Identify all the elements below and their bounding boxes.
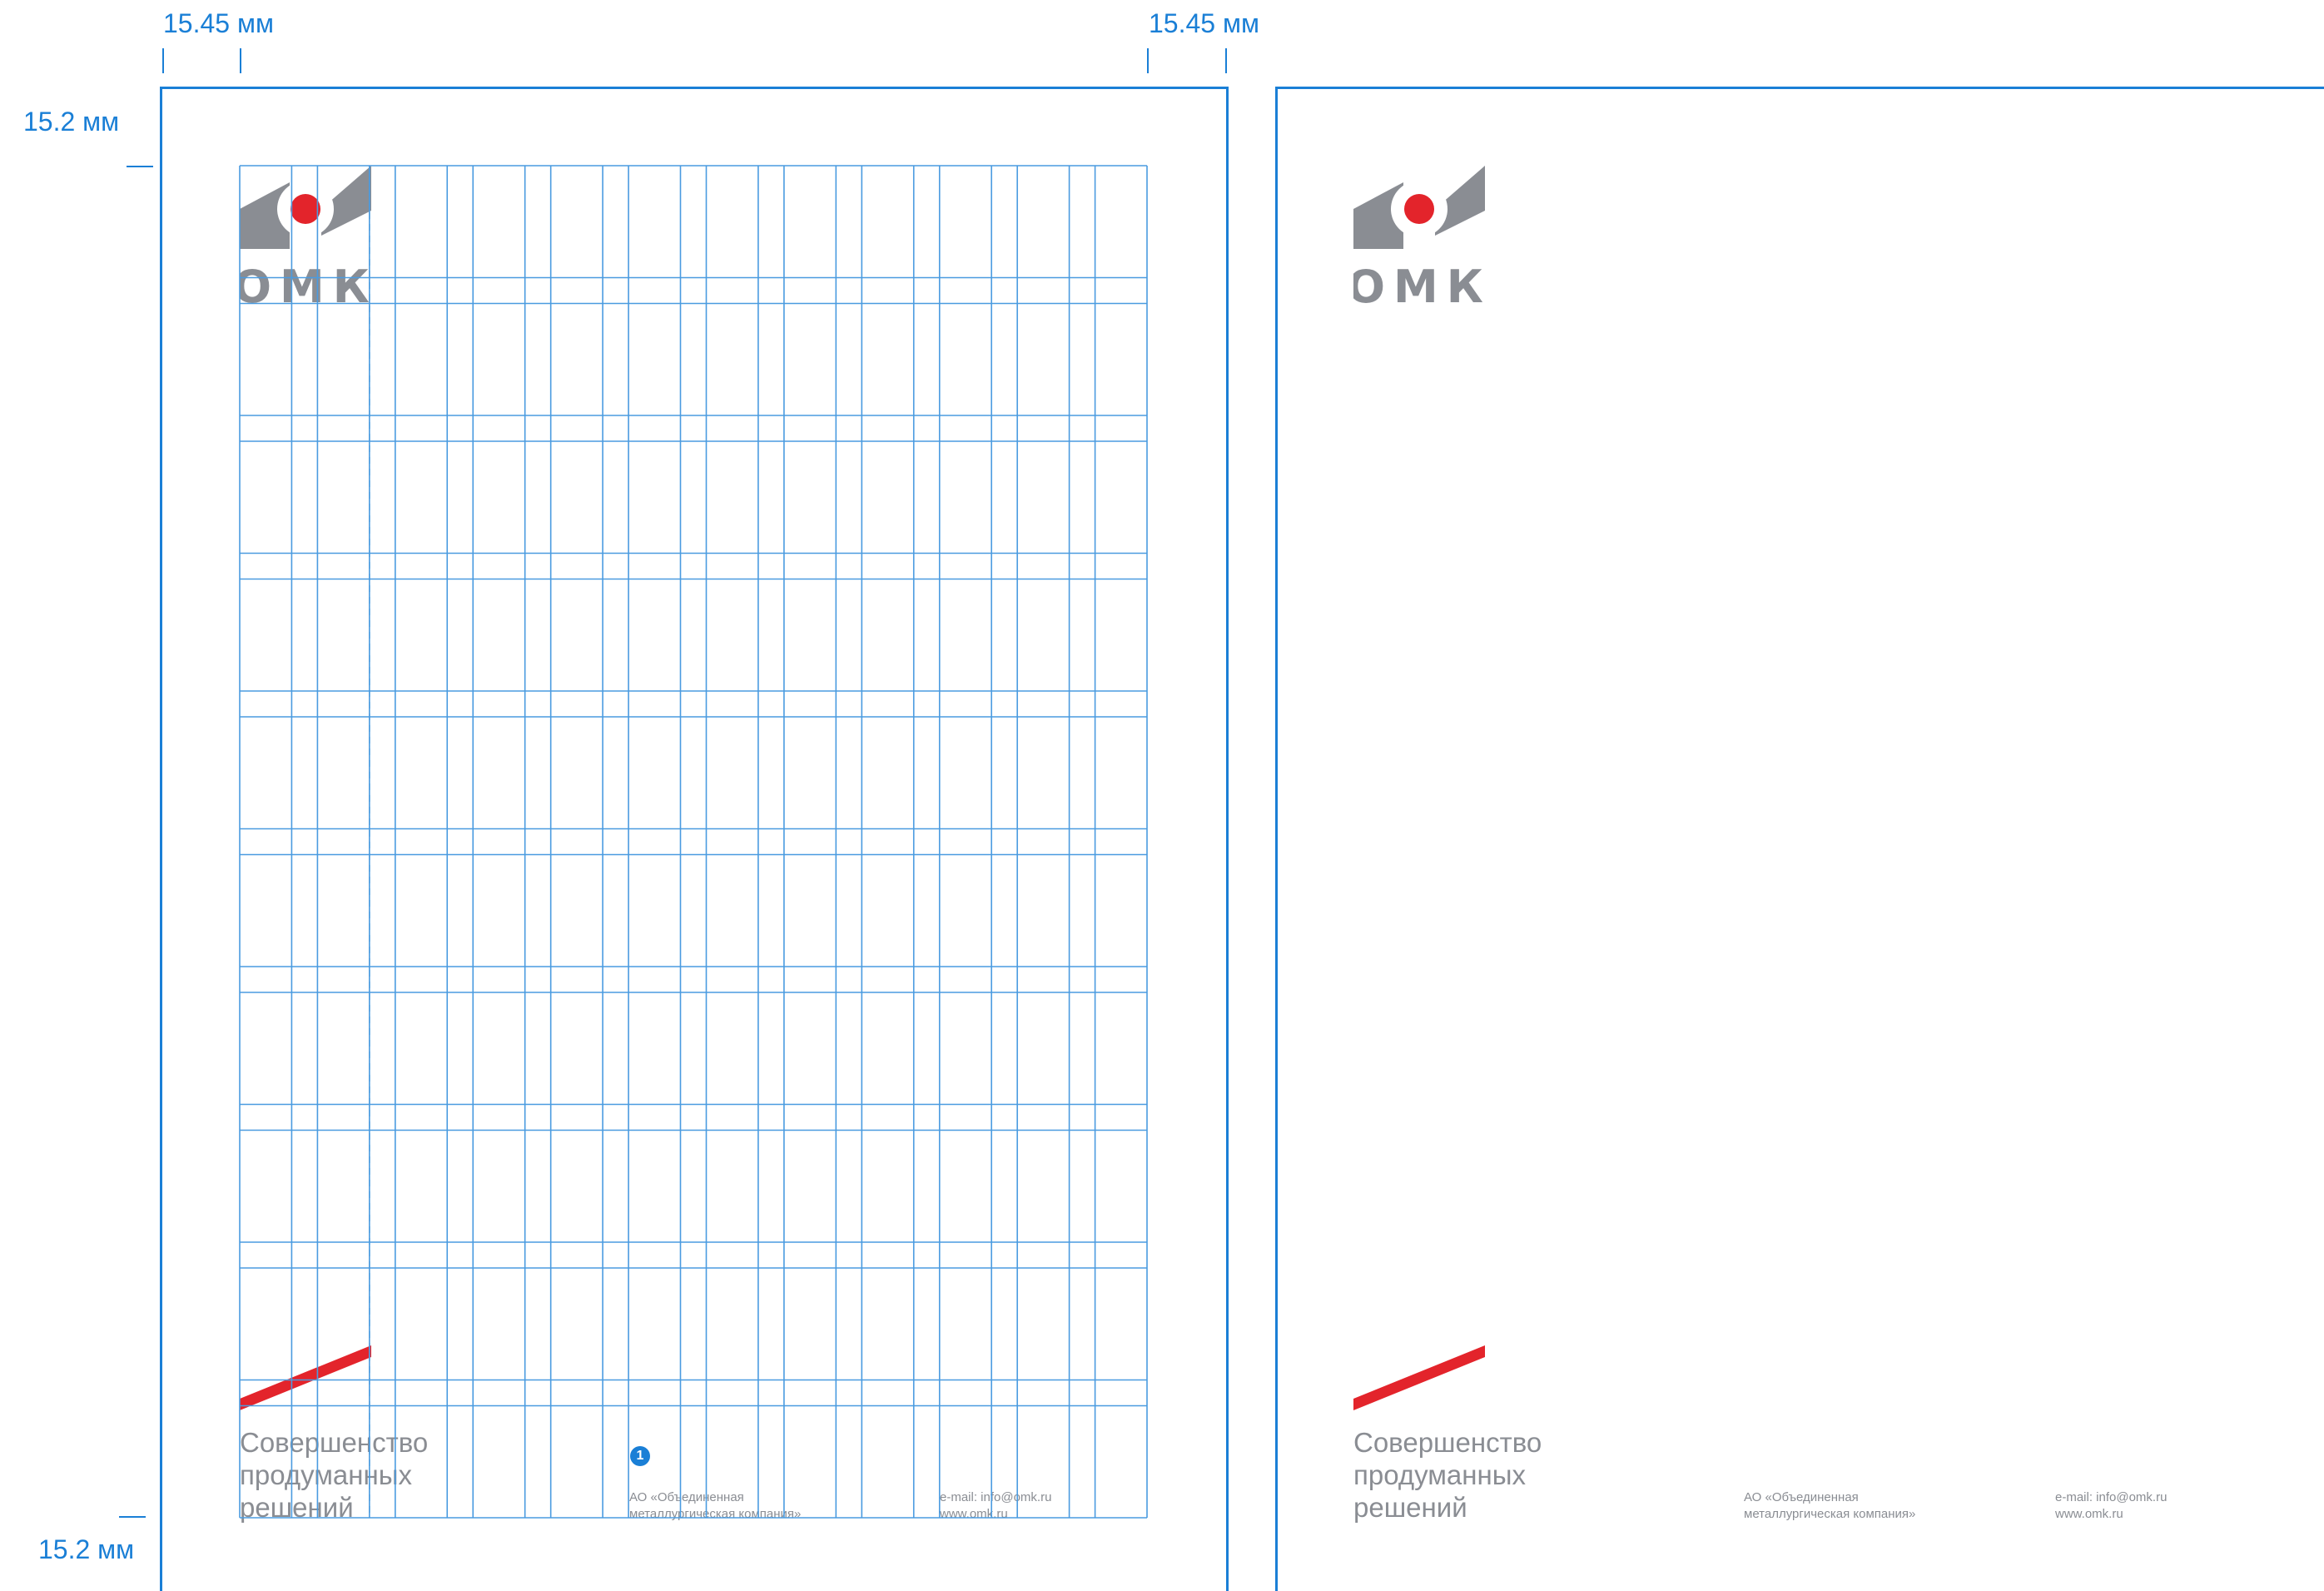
annotation-badge: 1 [630, 1446, 650, 1466]
modular-grid [239, 165, 1148, 1519]
